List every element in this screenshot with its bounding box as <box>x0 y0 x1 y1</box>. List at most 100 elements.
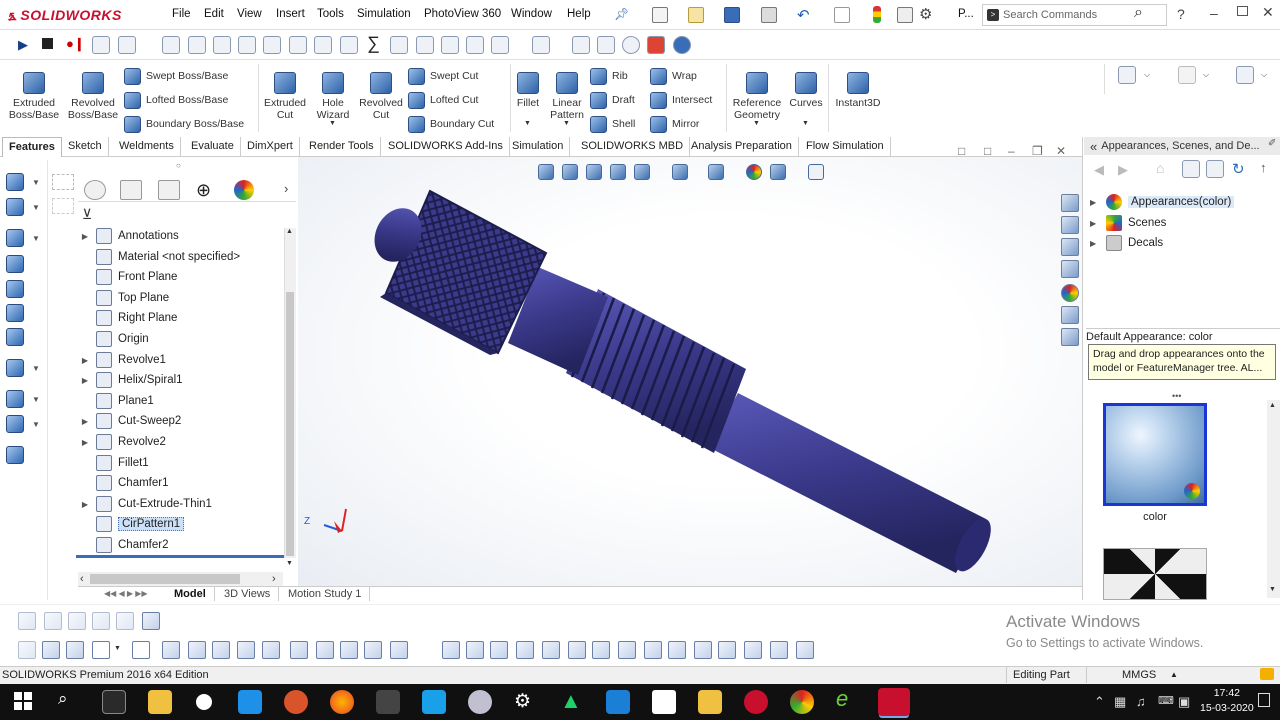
tree-item[interactable]: Front Plane <box>78 267 283 287</box>
rollback-bar[interactable] <box>76 555 284 558</box>
scroll-up-icon[interactable]: ▲ <box>1269 402 1276 409</box>
configuration-manager-tab-icon[interactable] <box>158 180 180 200</box>
selection-filter-icon[interactable] <box>290 641 308 659</box>
tree-item[interactable]: Material <not specified> <box>78 247 283 267</box>
selection-filter-icon[interactable] <box>568 641 586 659</box>
tree-item[interactable]: ▶ Cut-Sweep2 <box>78 411 283 431</box>
filter-edges-icon[interactable] <box>66 641 84 659</box>
shell-button[interactable]: Shell <box>590 112 646 136</box>
solidworks-logo[interactable]: ⦩ SOLIDWORKS <box>8 5 122 25</box>
view-icon[interactable] <box>1178 66 1196 84</box>
chevron-down-icon[interactable]: ▼ <box>114 645 121 652</box>
selection-filter-icon[interactable] <box>718 641 736 659</box>
panel-grip-icon[interactable]: ○ <box>176 161 181 170</box>
chevron-down-icon[interactable]: ▼ <box>32 420 40 429</box>
smart-dimension-icon[interactable] <box>44 612 62 630</box>
tree-item[interactable]: Chamfer1 <box>78 473 283 493</box>
refresh-icon[interactable]: ↻ <box>1232 160 1245 178</box>
tab-render-tools[interactable]: Render Tools <box>303 137 381 157</box>
firefox-icon[interactable] <box>330 690 354 714</box>
statistics-icon[interactable] <box>289 36 307 54</box>
selection-filter-icon[interactable] <box>694 641 712 659</box>
check-icon[interactable] <box>314 36 332 54</box>
scroll-down-icon[interactable]: ▼ <box>1269 586 1276 593</box>
menu-view[interactable]: View <box>237 8 262 20</box>
chevron-down-icon[interactable]: ▼ <box>32 395 40 404</box>
cut-tool-icon[interactable] <box>6 198 24 216</box>
swept-boss-button[interactable]: Swept Boss/Base <box>124 64 256 88</box>
appearances-tab-icon[interactable] <box>1061 284 1079 302</box>
menu-edit[interactable]: Edit <box>204 8 224 20</box>
expand-icon[interactable]: ▶ <box>78 232 92 241</box>
selection-filter-icon[interactable] <box>442 641 460 659</box>
tree-item[interactable]: ▶ Revolve2 <box>78 432 283 452</box>
stop-icon[interactable] <box>42 38 53 49</box>
screenshot-icon[interactable] <box>606 690 630 714</box>
edit-macro-icon[interactable] <box>118 36 136 54</box>
expand-icon[interactable]: ▶ <box>78 500 92 509</box>
selection-filter-icon[interactable] <box>542 641 560 659</box>
add-folder-icon[interactable] <box>1182 160 1200 178</box>
menu-tools[interactable]: Tools <box>317 8 344 20</box>
selection-filter-icon[interactable] <box>212 641 230 659</box>
heads-up-icon[interactable] <box>1236 66 1254 84</box>
chevron-down-icon[interactable]: ▼ <box>32 203 40 212</box>
dimxpert-tab-icon[interactable]: ⊕ <box>196 180 211 201</box>
powerpoint-icon[interactable] <box>284 690 308 714</box>
tab-simulation[interactable]: Simulation <box>506 137 571 157</box>
viewport-restore-icon[interactable]: ❐ <box>1032 144 1043 158</box>
undercut-icon[interactable] <box>416 36 434 54</box>
selection-filter-icon[interactable] <box>262 641 280 659</box>
selection-filter-icon[interactable] <box>796 641 814 659</box>
tab-weldments[interactable]: Weldments <box>113 137 181 157</box>
selection-filter-icon[interactable] <box>364 641 382 659</box>
network-icon[interactable]: ▦ <box>1114 694 1126 710</box>
linear-pattern-dropdown-icon[interactable]: ▼ <box>563 120 570 127</box>
reference-geometry-dropdown-icon[interactable]: ▼ <box>753 120 760 127</box>
curvature-icon[interactable] <box>597 36 615 54</box>
hole-wizard-button[interactable]: Hole Wizard <box>312 72 354 121</box>
home-icon[interactable]: ⌂ <box>1156 160 1164 176</box>
menu-help[interactable]: Help <box>567 8 591 20</box>
selection-filter-icon[interactable] <box>592 641 610 659</box>
calculator-icon[interactable] <box>376 690 400 714</box>
chrome-icon[interactable] <box>790 690 814 714</box>
quick-more[interactable]: P... <box>958 8 974 20</box>
tree-item[interactable]: ▶ Cut-Extrude-Thin1 <box>78 494 283 514</box>
curve-tool-icon[interactable] <box>6 415 24 433</box>
filter-faces-icon[interactable] <box>18 641 36 659</box>
selection-filter-icon[interactable] <box>618 641 636 659</box>
sweep-tool-icon[interactable] <box>6 280 24 298</box>
tab-features[interactable]: Features <box>2 137 62 157</box>
chevron-down-icon[interactable]: ⌵ <box>1203 70 1209 80</box>
expand-icon[interactable]: ▶ <box>1090 198 1100 207</box>
splitter-grip-icon[interactable]: ••• <box>1172 391 1181 401</box>
feature-manager-tab-icon[interactable] <box>84 180 106 200</box>
expand-icon[interactable]: ▶ <box>78 438 92 447</box>
run-macro-icon[interactable]: ▶ <box>18 37 28 53</box>
instant3d-tool-icon[interactable] <box>6 446 24 464</box>
chevron-down-icon[interactable]: ⌵ <box>1261 70 1267 80</box>
selection-filter-icon[interactable] <box>668 641 686 659</box>
equations-icon[interactable]: ∑ <box>367 33 380 54</box>
options-gear-icon[interactable]: ⚙ <box>919 5 932 23</box>
revolve-tool-icon[interactable] <box>6 255 24 273</box>
settings-gear-icon[interactable]: ⚙ <box>514 690 531 713</box>
extruded-boss-button[interactable]: Extruded Boss/Base <box>8 72 60 121</box>
tab-addins[interactable]: SOLIDWORKS Add-Ins <box>382 137 510 157</box>
selection-filter-icon[interactable] <box>316 641 334 659</box>
collapse-icon[interactable]: « <box>1090 139 1097 154</box>
undo-icon[interactable]: ↶ <box>797 6 810 24</box>
selection-filter-icon[interactable] <box>237 641 255 659</box>
filter-icon[interactable]: ⊻ <box>82 206 92 223</box>
flyout-icon[interactable] <box>52 198 74 214</box>
print-icon[interactable] <box>761 7 777 23</box>
tree-item[interactable]: Chamfer2 <box>78 535 283 555</box>
curves-button[interactable]: Curves <box>788 72 824 109</box>
expand-icon[interactable]: ▶ <box>78 417 92 426</box>
tab-dimxpert[interactable]: DimXpert <box>241 137 300 157</box>
clock[interactable]: 17:42 15-03-2020 <box>1200 686 1254 716</box>
boundary-cut-button[interactable]: Boundary Cut <box>408 112 508 136</box>
search-icon[interactable]: ⌕ <box>1134 4 1143 22</box>
scroll-up-icon[interactable]: ▲ <box>286 228 293 235</box>
